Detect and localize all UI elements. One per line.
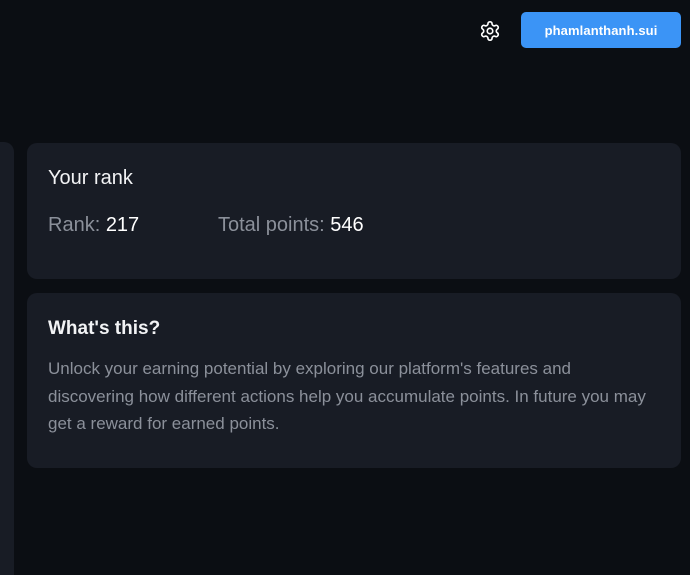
points-page: phamlanthanh.sui Your rank Rank: 217 Tot…	[0, 0, 690, 575]
rank-value: 217	[105, 214, 140, 236]
info-description: Unlock your earning potential by explori…	[48, 359, 646, 433]
rank-card: Your rank Rank: 217 Total points: 546	[27, 143, 681, 279]
points-label: Total points:	[218, 214, 325, 236]
wallet-account-label: phamlanthanh.sui	[544, 22, 658, 38]
gear-icon	[480, 21, 500, 41]
info-card-title: What's this?	[48, 318, 161, 339]
rank-stat: Rank: 217	[48, 214, 139, 237]
rank-label: Rank:	[48, 214, 101, 236]
wallet-account-button[interactable]: phamlanthanh.sui	[521, 12, 681, 48]
rank-card-title: Your rank	[48, 167, 133, 189]
info-card: What's this? Unlock your earning potenti…	[27, 293, 681, 468]
points-value: 546	[330, 214, 364, 236]
points-stat: Total points: 546	[218, 214, 364, 237]
sidebar-panel	[0, 142, 14, 575]
settings-button[interactable]	[474, 15, 506, 47]
